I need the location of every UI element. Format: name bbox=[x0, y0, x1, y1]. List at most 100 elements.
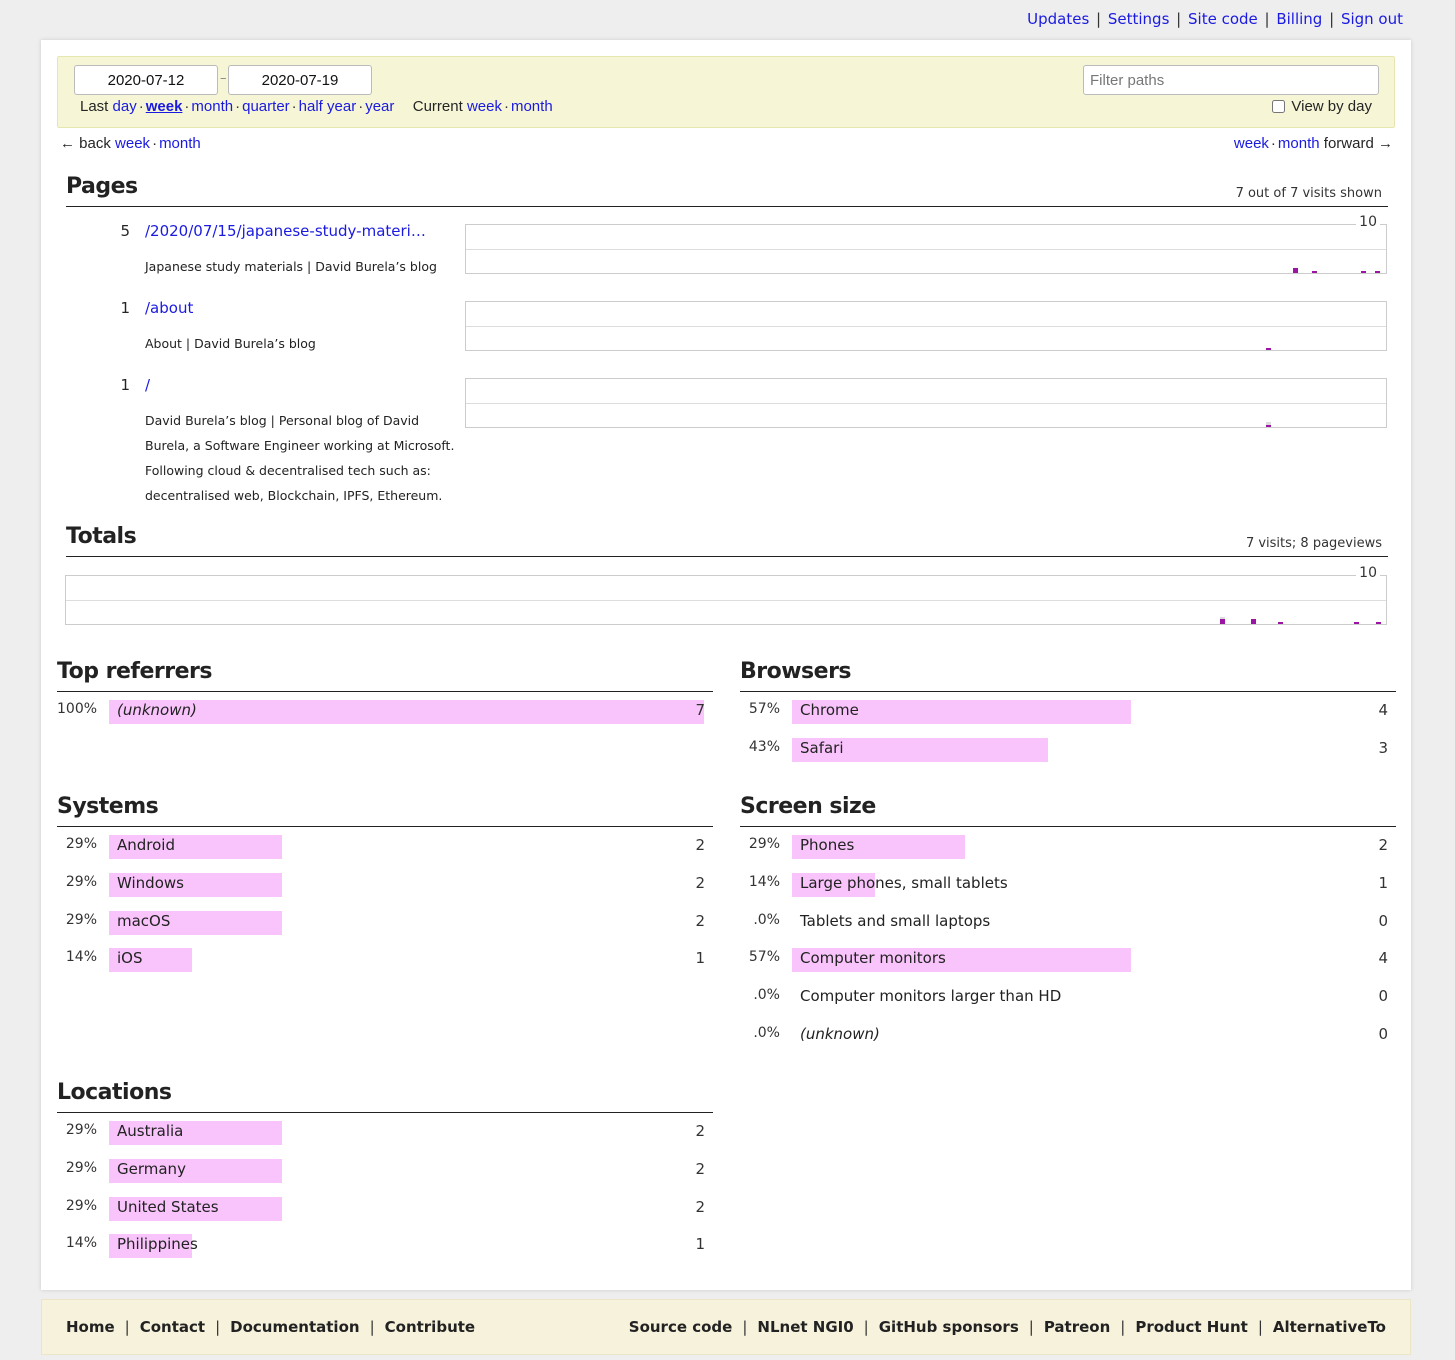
stat-row[interactable]: 100% (unknown) 7 bbox=[57, 692, 713, 730]
stat-percent: .0% bbox=[753, 911, 780, 928]
current-week-link[interactable]: week bbox=[467, 98, 502, 115]
separator: | bbox=[1091, 10, 1106, 28]
page-path-link[interactable]: /2020/07/15/japanese-study-materi… bbox=[145, 222, 426, 240]
stat-count: 3 bbox=[1378, 738, 1388, 757]
site-code-link[interactable]: Site code bbox=[1188, 10, 1258, 28]
current-month-link[interactable]: month bbox=[511, 98, 553, 115]
stat-row[interactable]: 14% Large phones, small tablets 1 bbox=[740, 865, 1396, 903]
stat-percent: .0% bbox=[753, 987, 780, 1004]
footer-product-hunt-link[interactable]: Product Hunt bbox=[1135, 1318, 1247, 1336]
stat-count: 0 bbox=[1378, 987, 1388, 1006]
stat-row[interactable]: .0% (unknown) 0 bbox=[740, 1016, 1396, 1054]
top-nav: Updates | Settings | Site code | Billing… bbox=[1027, 10, 1403, 28]
sign-out-link[interactable]: Sign out bbox=[1341, 10, 1403, 28]
stat-count: 1 bbox=[1378, 873, 1388, 892]
forward-month-link[interactable]: month bbox=[1278, 135, 1320, 152]
locations-panel: Locations 29% Australia 2 29% Germany 2 29% Uni… bbox=[57, 1080, 713, 1264]
visit-bar bbox=[1250, 619, 1256, 624]
footer-home-link[interactable]: Home bbox=[66, 1318, 115, 1336]
last-year-link[interactable]: year bbox=[365, 98, 394, 115]
systems-panel: Systems 29% Android 2 29% Windows 2 29% macOS 2 1… bbox=[57, 794, 713, 978]
footer-nlnet-link[interactable]: NLnet NGI0 bbox=[757, 1318, 853, 1336]
stat-label: Germany bbox=[117, 1159, 186, 1178]
totals-chart[interactable]: 10 bbox=[65, 565, 1387, 625]
footer-contact-link[interactable]: Contact bbox=[140, 1318, 205, 1336]
stat-row[interactable]: .0% Computer monitors larger than HD 0 bbox=[740, 978, 1396, 1016]
stat-label: Tablets and small laptops bbox=[800, 911, 991, 930]
page-visits-chart[interactable] bbox=[465, 301, 1387, 351]
stat-row[interactable]: 14% iOS 1 bbox=[57, 940, 713, 978]
stat-row[interactable]: 29% Germany 2 bbox=[57, 1151, 713, 1189]
period-forward-nav: week · month forward → bbox=[1233, 135, 1393, 152]
footer-contribute-link[interactable]: Contribute bbox=[385, 1318, 475, 1336]
totals-summary: 7 visits; 8 pageviews bbox=[1245, 536, 1382, 551]
stat-label: Safari bbox=[800, 738, 844, 757]
stat-count: 2 bbox=[1378, 836, 1388, 854]
footer-patreon-link[interactable]: Patreon bbox=[1044, 1318, 1110, 1336]
end-date-input[interactable] bbox=[228, 65, 372, 95]
visit-bar bbox=[1278, 621, 1284, 624]
stat-row[interactable]: 29% Android 2 bbox=[57, 827, 713, 865]
pages-header: Pages 7 out of 7 visits shown bbox=[66, 174, 1388, 207]
stat-row[interactable]: 29% United States 2 bbox=[57, 1189, 713, 1227]
stat-row[interactable]: 29% Phones 2 bbox=[740, 827, 1396, 865]
footer-github-sponsors-link[interactable]: GitHub sponsors bbox=[879, 1318, 1019, 1336]
stat-percent: 57% bbox=[748, 949, 780, 966]
stat-percent: 29% bbox=[65, 911, 97, 928]
stat-row[interactable]: 14% Philippines 1 bbox=[57, 1226, 713, 1264]
systems-title: Systems bbox=[57, 794, 159, 819]
footer-left-links: Home | Contact | Documentation | Contribute bbox=[66, 1318, 476, 1336]
stat-count: 1 bbox=[695, 949, 705, 968]
last-week-link[interactable]: week bbox=[146, 98, 183, 115]
visit-bar bbox=[1219, 619, 1225, 624]
last-quarter-link[interactable]: quarter bbox=[242, 98, 290, 115]
start-date-input[interactable] bbox=[74, 65, 218, 95]
stat-row[interactable]: 29% Australia 2 bbox=[57, 1113, 713, 1151]
settings-link[interactable]: Settings bbox=[1108, 10, 1170, 28]
stat-percent: 29% bbox=[65, 1122, 97, 1138]
period-links: Last day · week · month · quarter · half year · ye… bbox=[80, 98, 553, 115]
stat-row[interactable]: 29% macOS 2 bbox=[57, 903, 713, 941]
stat-percent: 57% bbox=[748, 701, 780, 717]
stat-row[interactable]: 43% Safari 3 bbox=[740, 730, 1396, 768]
period-back-nav: ← back week · month bbox=[60, 135, 201, 152]
view-by-day-label: View by day bbox=[1291, 98, 1372, 115]
arrow-right-icon: → bbox=[1378, 135, 1393, 152]
view-by-day-checkbox[interactable] bbox=[1272, 100, 1286, 113]
stat-percent: 14% bbox=[65, 949, 97, 966]
stat-row[interactable]: 57% Chrome 4 bbox=[740, 692, 1396, 730]
stat-label: (unknown) bbox=[117, 701, 197, 719]
page-visits-chart[interactable]: 10 bbox=[465, 214, 1387, 274]
visit-bar bbox=[1374, 270, 1380, 273]
stat-row[interactable]: 29% Windows 2 bbox=[57, 865, 713, 903]
last-month-link[interactable]: month bbox=[191, 98, 233, 115]
stat-label: Phones bbox=[800, 836, 855, 854]
footer-source-code-link[interactable]: Source code bbox=[629, 1318, 733, 1336]
separator: | bbox=[1171, 10, 1186, 28]
stat-percent: 29% bbox=[65, 873, 97, 890]
pages-title: Pages bbox=[66, 174, 138, 199]
page-path-link[interactable]: / bbox=[145, 376, 150, 394]
page-path-link[interactable]: /about bbox=[145, 299, 193, 317]
footer-alternativeto-link[interactable]: AlternativeTo bbox=[1273, 1318, 1386, 1336]
back-month-link[interactable]: month bbox=[159, 135, 201, 152]
forward-week-link[interactable]: week bbox=[1234, 135, 1269, 152]
stat-row[interactable]: 57% Computer monitors 4 bbox=[740, 940, 1396, 978]
forward-label: forward bbox=[1323, 135, 1374, 152]
view-by-day-toggle[interactable]: View by day bbox=[1272, 98, 1372, 115]
stat-count: 2 bbox=[695, 836, 705, 854]
visit-bar bbox=[1376, 621, 1382, 624]
stat-percent: 14% bbox=[65, 1235, 97, 1252]
footer-documentation-link[interactable]: Documentation bbox=[230, 1318, 359, 1336]
stat-row[interactable]: .0% Tablets and small laptops 0 bbox=[740, 903, 1396, 941]
page-visit-count: 1 bbox=[120, 299, 130, 317]
stat-percent: .0% bbox=[753, 1024, 780, 1041]
back-week-link[interactable]: week bbox=[115, 135, 150, 152]
last-day-link[interactable]: day bbox=[113, 98, 137, 115]
last-half-year-link[interactable]: half year bbox=[299, 98, 357, 115]
updates-link[interactable]: Updates bbox=[1027, 10, 1089, 28]
stat-label: Computer monitors bbox=[800, 949, 946, 968]
billing-link[interactable]: Billing bbox=[1276, 10, 1322, 28]
page-visits-chart[interactable] bbox=[465, 378, 1387, 428]
filter-paths-input[interactable] bbox=[1083, 65, 1379, 95]
